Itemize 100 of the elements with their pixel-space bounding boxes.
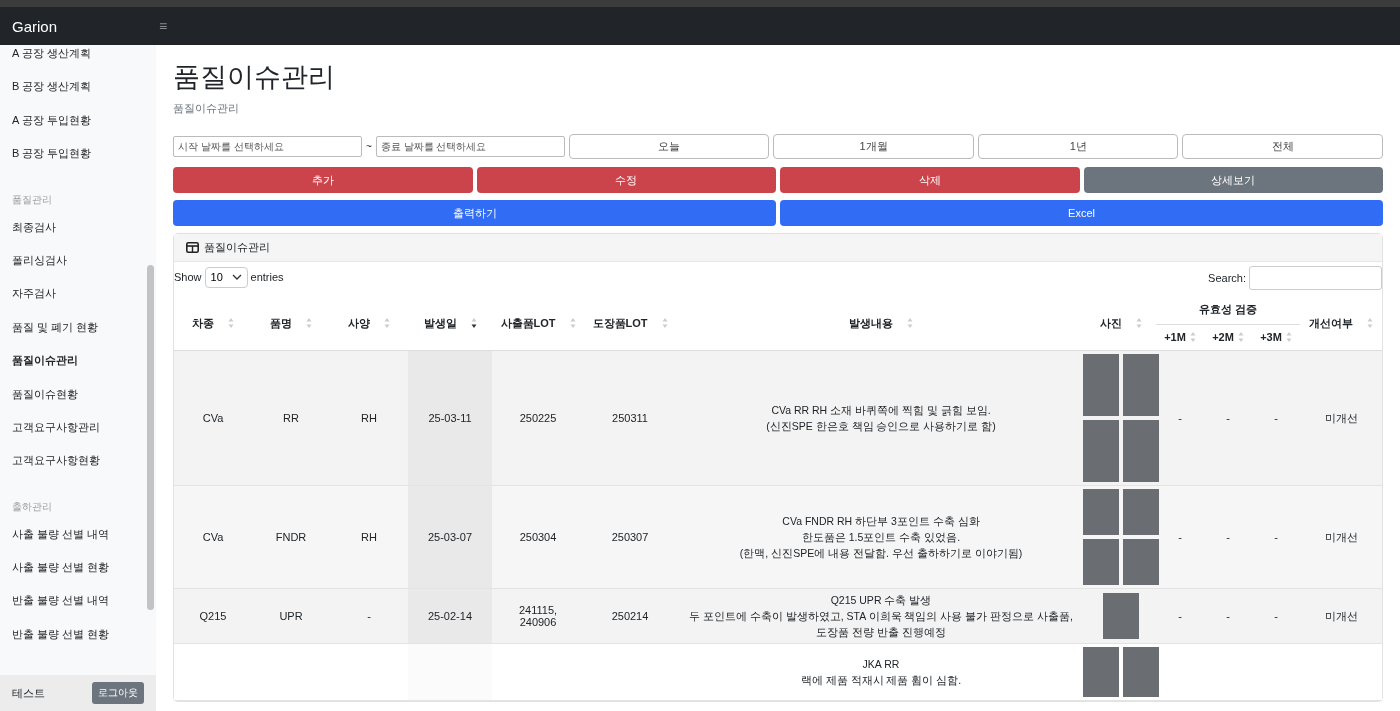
user-name: 테스트 xyxy=(12,685,45,701)
action-button[interactable]: 상세보기 xyxy=(1083,167,1383,193)
issue-description: CVa FNDR RH 하단부 3포인트 수축 심화 한도품은 1.5포인트 수축 있었음. (한맥, 신진SPE에 내용 전달함. 우선 출하하기로 이야기됨) xyxy=(739,514,1023,561)
export-button[interactable]: 출력하기 xyxy=(173,200,776,226)
action-button[interactable]: 수정 xyxy=(476,167,776,193)
table-cell: - xyxy=(1178,531,1182,543)
column-header[interactable]: 도장품LOT xyxy=(584,296,676,351)
range-button[interactable]: 오늘 xyxy=(568,134,770,159)
photo-placeholder[interactable] xyxy=(1123,489,1159,535)
scrollbar-thumb[interactable] xyxy=(147,265,154,610)
table-cell: 미개선 xyxy=(1324,609,1358,622)
logout-button[interactable]: 로그아웃 xyxy=(92,682,144,704)
photo-placeholder[interactable] xyxy=(1123,420,1159,482)
sidebar-item[interactable]: 반출 불량 선별 현황 xyxy=(0,625,156,660)
page-title: 품질이슈관리 xyxy=(173,61,336,94)
table-cell: - xyxy=(1226,531,1230,543)
photo-placeholder[interactable] xyxy=(1123,539,1159,585)
photo-placeholder[interactable] xyxy=(1123,647,1159,697)
action-button[interactable]: 삭제 xyxy=(780,167,1080,193)
table-cell: RH xyxy=(361,531,377,543)
sidebar-item[interactable]: 사출 불량 선별 현황 xyxy=(0,559,156,593)
column-header[interactable]: 사출품LOT xyxy=(492,296,584,351)
range-button[interactable]: 전체 xyxy=(1182,134,1384,159)
table-cell: - xyxy=(1226,610,1230,622)
sidebar-heading: 출하관리 xyxy=(11,499,53,514)
action-button[interactable]: 추가 xyxy=(173,167,473,193)
column-header[interactable]: 차종 xyxy=(174,296,252,351)
table-cell: - xyxy=(1274,531,1278,543)
end-date-field[interactable]: 종료 날짜를 선택하세요 xyxy=(375,136,565,157)
photo-placeholder[interactable] xyxy=(1083,420,1119,482)
sidebar-item[interactable]: 최종검사 xyxy=(0,218,156,252)
table-cell: 250225 xyxy=(519,412,557,424)
table-cell: CVa xyxy=(202,531,224,543)
column-header[interactable]: 개선여부 xyxy=(1300,296,1382,351)
column-header[interactable]: +1M xyxy=(1156,324,1204,351)
photo-placeholder[interactable] xyxy=(1083,539,1119,585)
range-button[interactable]: 1년 xyxy=(977,134,1179,159)
show-label: Show xyxy=(174,271,202,283)
sidebar-item[interactable]: 자주검사 xyxy=(0,285,156,319)
sidebar-heading: 품질관리 xyxy=(11,192,53,207)
page-size-select[interactable]: 10 xyxy=(204,266,248,288)
table-cell: 250311 xyxy=(612,412,648,424)
table-cell: 25-03-11 xyxy=(428,412,472,424)
sidebar-item[interactable]: A 공장 생산계획 xyxy=(0,45,156,79)
table-cell: RR xyxy=(283,412,299,424)
menu-toggle-button[interactable]: ≡ xyxy=(155,18,172,34)
photo-placeholder[interactable] xyxy=(1083,354,1119,416)
column-header[interactable]: +3M xyxy=(1252,324,1300,351)
export-button[interactable]: Excel xyxy=(780,200,1383,226)
group-column-header: 유효성 검증 xyxy=(1156,296,1300,325)
photo-placeholder[interactable] xyxy=(1083,647,1119,697)
column-header[interactable]: 발생내용 xyxy=(676,296,1086,351)
start-date-field[interactable]: 시작 날짜를 선택하세요 xyxy=(173,136,362,157)
table-cell: 241115, 240906 xyxy=(518,604,558,628)
entries-label: entries xyxy=(250,271,284,283)
sidebar-item[interactable]: 반출 불량 선별 내역 xyxy=(0,592,156,626)
sidebar-item[interactable]: 사출 불량 선별 내역 xyxy=(0,525,156,560)
table-cell: UPR xyxy=(279,610,303,622)
card-title: 품질이슈관리 xyxy=(204,240,270,255)
column-header[interactable]: 사진 xyxy=(1086,296,1156,351)
table-cell: CVa xyxy=(202,412,224,424)
photo-placeholder[interactable] xyxy=(1103,593,1139,639)
column-header[interactable]: 품명 xyxy=(252,296,330,351)
table-cell: FNDR xyxy=(275,531,307,543)
sidebar-item[interactable]: 고객요구사항현황 xyxy=(0,452,156,486)
table-cell: 25-03-07 xyxy=(427,531,472,543)
chevron-down-icon xyxy=(231,274,242,280)
issue-description: Q215 UPR 수축 발생 두 포인트에 수축이 발생하였고, STA 이희욱 책임의 사용 불가 판정으로 사출품, 도장품 전량 반출 진행예정 xyxy=(688,593,1074,640)
table-cell: - xyxy=(1178,610,1182,622)
table-cell: RH xyxy=(361,412,377,424)
sidebar-item[interactable]: B 공장 투입현황 xyxy=(0,145,156,179)
issue-description: JKA RR 랙에 제품 적재시 제품 휨이 심함. xyxy=(800,657,962,688)
column-header[interactable]: +2M xyxy=(1204,324,1252,351)
table-icon xyxy=(186,242,199,253)
sidebar-item[interactable]: 품질이슈관리 xyxy=(0,352,156,386)
brand-name[interactable]: Garion xyxy=(0,17,155,35)
table-cell: Q215 xyxy=(199,610,227,622)
search-label: Search: xyxy=(1208,272,1246,284)
sidebar-item[interactable]: B 공장 생산계획 xyxy=(0,78,156,112)
table-cell: - xyxy=(1274,412,1278,424)
table-cell: 미개선 xyxy=(1324,411,1358,424)
table-cell: - xyxy=(1178,412,1182,424)
table-cell: 25-02-14 xyxy=(427,610,472,622)
sidebar-item[interactable]: 품질 및 폐기 현황 xyxy=(0,318,156,353)
photo-placeholder[interactable] xyxy=(1123,354,1159,416)
range-separator: ~ xyxy=(366,141,372,152)
photo-placeholder[interactable] xyxy=(1083,489,1119,535)
sidebar-item[interactable]: 폴리싱검사 xyxy=(0,251,156,286)
search-field[interactable] xyxy=(1249,266,1382,290)
column-header[interactable]: 사양 xyxy=(330,296,408,351)
table-cell: 250214 xyxy=(611,610,649,622)
sidebar-item[interactable]: 고객요구사항관리 xyxy=(0,418,156,453)
table-cell: - xyxy=(1274,610,1278,622)
column-header[interactable]: 발생일 xyxy=(408,296,492,351)
table-cell: 250307 xyxy=(611,531,649,543)
sidebar-item[interactable]: 품질이슈현황 xyxy=(0,385,156,419)
table-cell: 미개선 xyxy=(1324,530,1358,543)
range-button[interactable]: 1개월 xyxy=(773,134,974,159)
sidebar-item[interactable]: A 공장 투입현황 xyxy=(0,111,156,146)
table-cell: - xyxy=(1226,412,1230,424)
